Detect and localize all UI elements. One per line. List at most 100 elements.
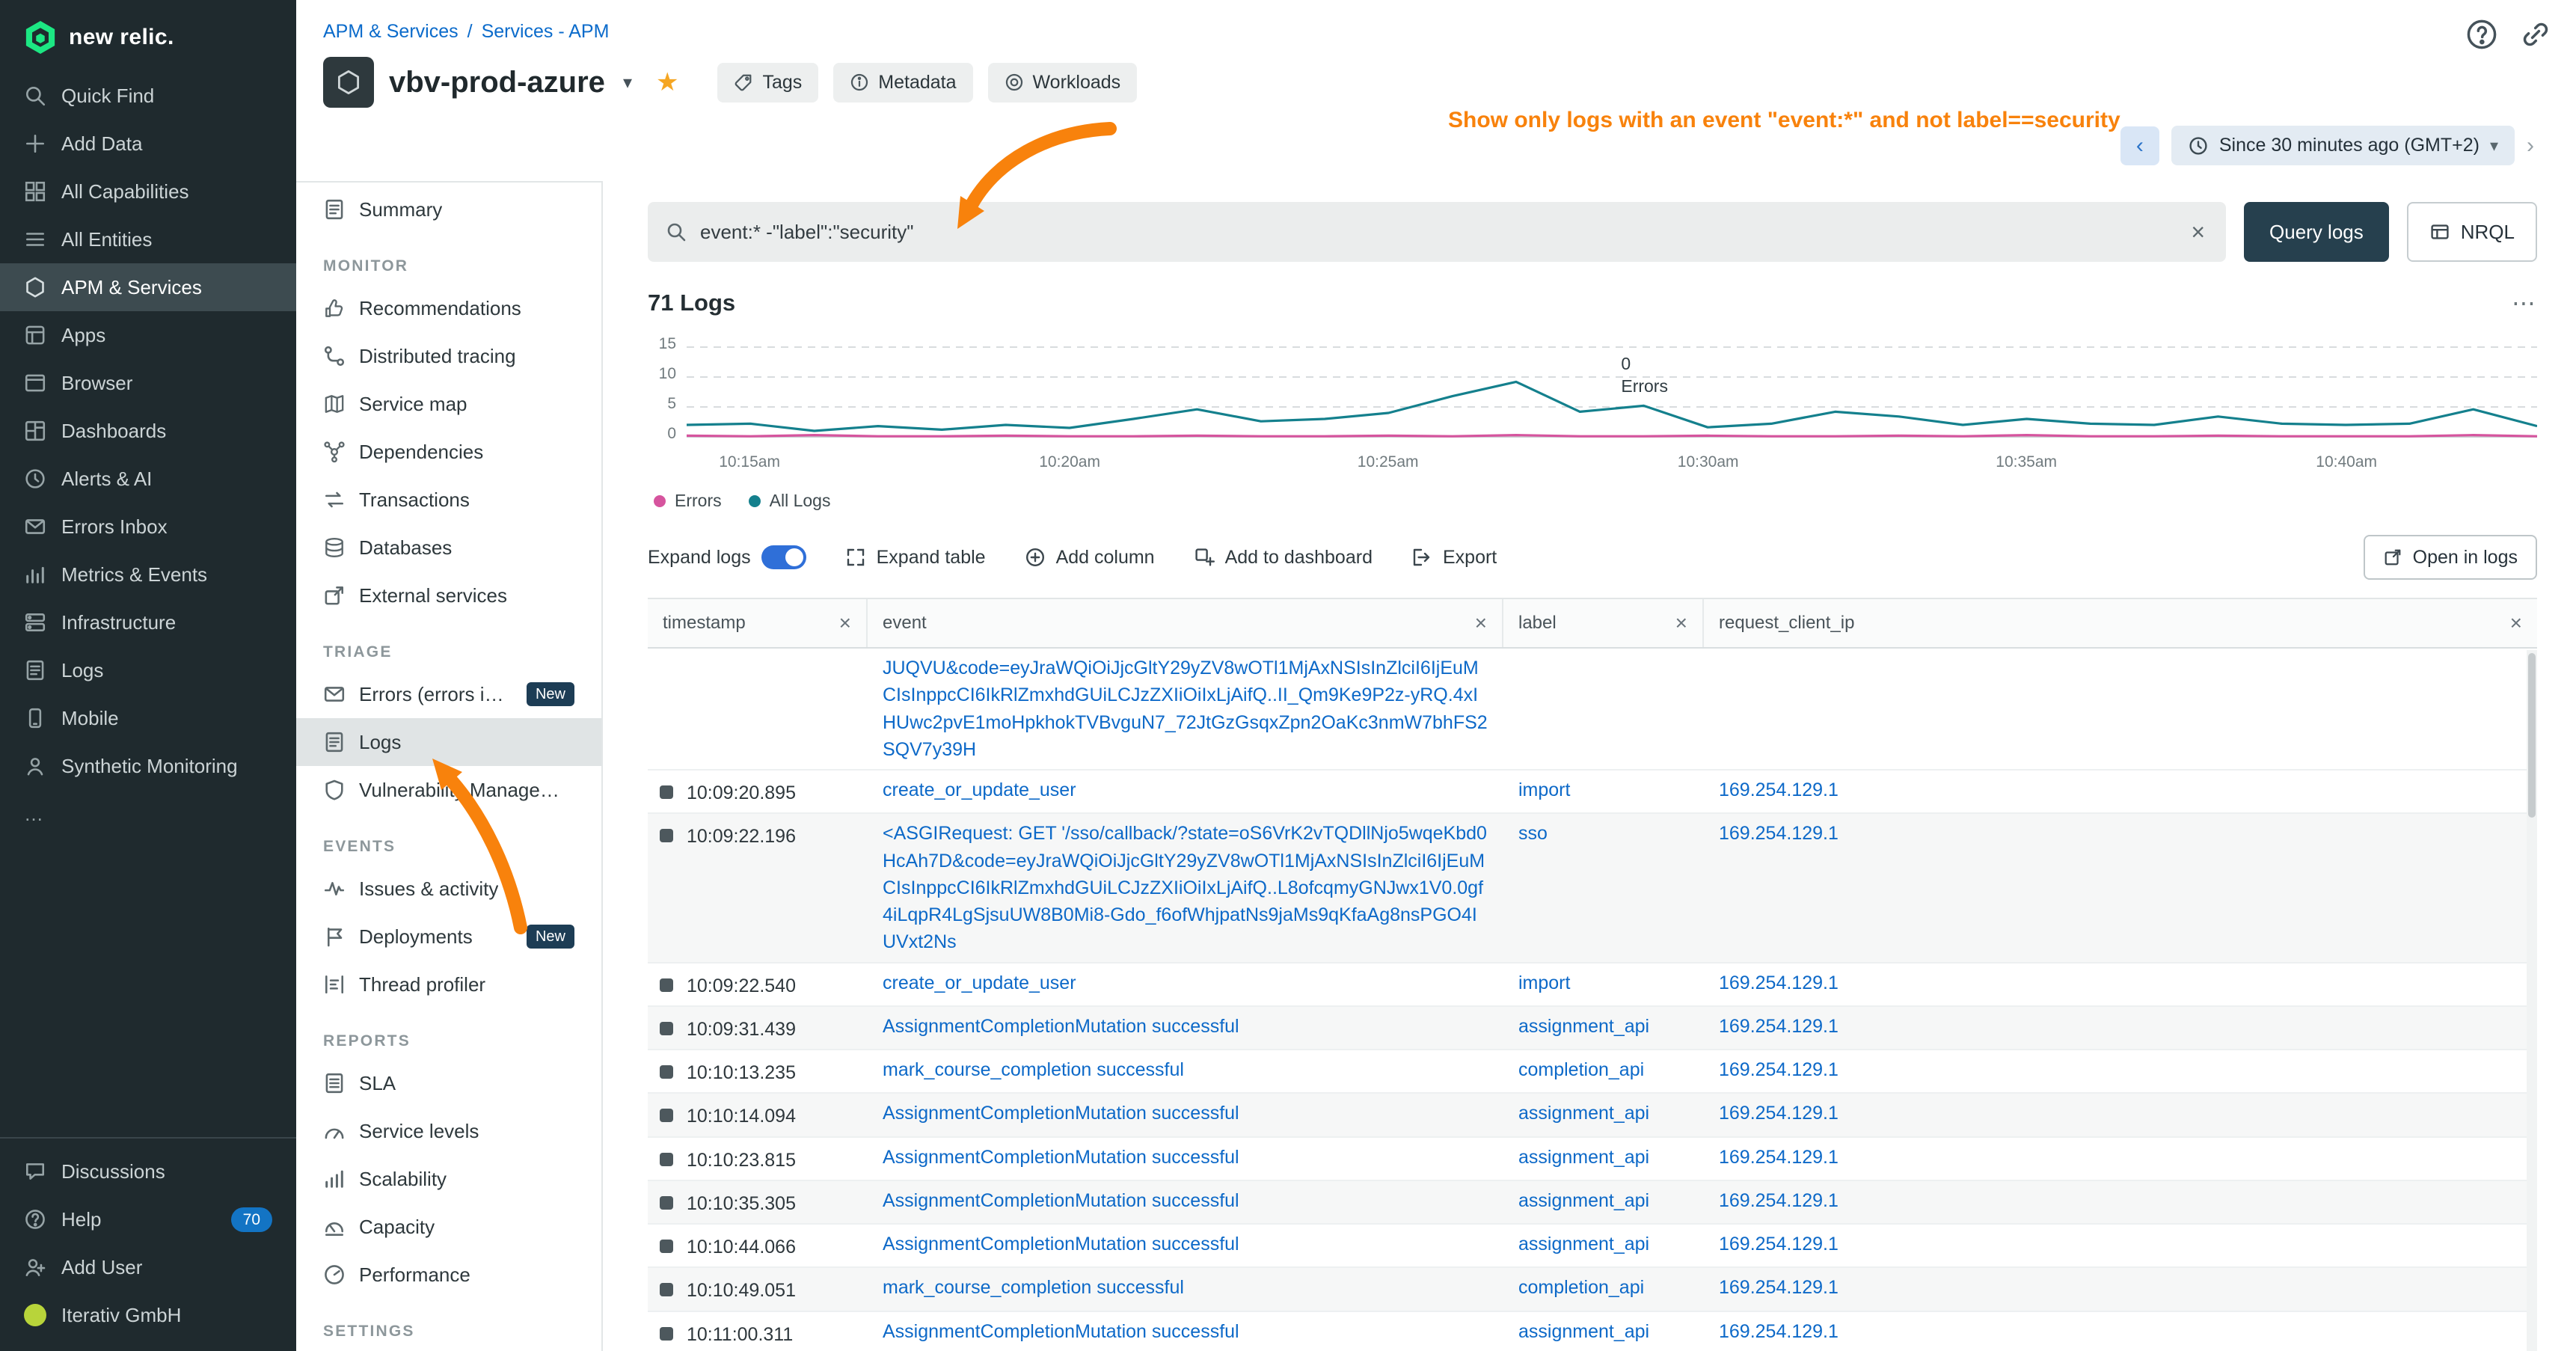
nrql-button[interactable]: NRQL bbox=[2407, 202, 2537, 262]
service-nav-thread-profiler[interactable]: Thread profiler bbox=[296, 961, 601, 1008]
global-nav-apps[interactable]: Apps bbox=[0, 311, 296, 359]
log-event-link[interactable]: AssignmentCompletionMutation successful bbox=[883, 1013, 1239, 1040]
service-nav-errors-inbox[interactable]: Errors (errors inb... New bbox=[296, 670, 601, 718]
remove-column-icon[interactable]: × bbox=[1463, 611, 1487, 635]
table-row[interactable]: 10:10:13.235 mark_course_completion succ… bbox=[648, 1050, 2537, 1094]
breadcrumb-apm-services[interactable]: APM & Services bbox=[323, 21, 459, 43]
row-handle-icon[interactable] bbox=[660, 1065, 673, 1079]
global-nav-infrastructure[interactable]: Infrastructure bbox=[0, 598, 296, 646]
row-handle-icon[interactable] bbox=[660, 1240, 673, 1253]
global-nav-all-capabilities[interactable]: All Capabilities bbox=[0, 168, 296, 215]
log-ip-link[interactable]: 169.254.129.1 bbox=[1719, 1100, 1839, 1127]
log-ip-link[interactable]: 169.254.129.1 bbox=[1719, 1231, 1839, 1257]
global-nav-alerts-ai[interactable]: Alerts & AI bbox=[0, 455, 296, 503]
time-back-button[interactable]: ‹ bbox=[2120, 126, 2159, 165]
table-row[interactable]: 10:10:23.815 AssignmentCompletionMutatio… bbox=[648, 1138, 2537, 1181]
time-picker[interactable]: Since 30 minutes ago (GMT+2) ▾ bbox=[2171, 126, 2515, 165]
row-handle-icon[interactable] bbox=[660, 1109, 673, 1122]
log-ip-link[interactable]: 169.254.129.1 bbox=[1719, 1144, 1839, 1171]
export-button[interactable]: Export bbox=[1411, 547, 1497, 569]
log-event-link[interactable]: AssignmentCompletionMutation successful bbox=[883, 1318, 1239, 1345]
log-label-link[interactable]: sso bbox=[1518, 820, 1548, 847]
remove-column-icon[interactable]: × bbox=[827, 611, 851, 635]
global-nav-add-data[interactable]: Add Data bbox=[0, 120, 296, 168]
global-nav-all-entities[interactable]: All Entities bbox=[0, 215, 296, 263]
column-header-timestamp[interactable]: timestamp × bbox=[648, 599, 868, 647]
row-handle-icon[interactable] bbox=[660, 1196, 673, 1210]
service-nav-distributed-tracing[interactable]: Distributed tracing bbox=[296, 332, 601, 380]
log-event-link[interactable]: create_or_update_user bbox=[883, 776, 1076, 803]
global-nav-errors-inbox[interactable]: Errors Inbox bbox=[0, 503, 296, 551]
table-row[interactable]: 10:09:22.540 create_or_update_user impor… bbox=[648, 964, 2537, 1007]
service-nav-logs[interactable]: Logs bbox=[296, 718, 601, 766]
time-forward-button[interactable]: › bbox=[2527, 133, 2534, 159]
log-event-link[interactable]: AssignmentCompletionMutation successful bbox=[883, 1144, 1239, 1171]
service-nav-external-services[interactable]: External services bbox=[296, 572, 601, 619]
global-nav-metrics-events[interactable]: Metrics & Events bbox=[0, 551, 296, 598]
log-ip-link[interactable]: 169.254.129.1 bbox=[1719, 1187, 1839, 1214]
footer-help[interactable]: Help 70 bbox=[0, 1195, 296, 1243]
log-ip-link[interactable]: 169.254.129.1 bbox=[1719, 1274, 1839, 1301]
log-ip-link[interactable]: 169.254.129.1 bbox=[1719, 969, 1839, 996]
tags-button[interactable]: Tags bbox=[717, 63, 818, 102]
table-row[interactable]: 10:11:00.311 AssignmentCompletionMutatio… bbox=[648, 1312, 2537, 1351]
log-label-link[interactable]: assignment_api bbox=[1518, 1318, 1649, 1345]
footer-account[interactable]: Iterativ GmbH bbox=[0, 1291, 296, 1339]
workloads-button[interactable]: Workloads bbox=[988, 63, 1138, 102]
row-handle-icon[interactable] bbox=[660, 829, 673, 842]
table-row[interactable]: JUQVU&code=eyJraWQiOiJjcGltY29yZV8wOTl1M… bbox=[648, 649, 2537, 771]
remove-column-icon[interactable]: × bbox=[2498, 611, 2522, 635]
remove-column-icon[interactable]: × bbox=[1663, 611, 1687, 635]
row-handle-icon[interactable] bbox=[660, 785, 673, 799]
expand-logs-toggle[interactable] bbox=[761, 545, 806, 569]
service-nav-scalability[interactable]: Scalability bbox=[296, 1155, 601, 1203]
column-header-event[interactable]: event × bbox=[868, 599, 1503, 647]
log-label-link[interactable]: assignment_api bbox=[1518, 1187, 1649, 1214]
help-icon[interactable] bbox=[2465, 18, 2498, 51]
table-scrollbar-thumb[interactable] bbox=[2528, 653, 2536, 818]
entity-chevron-down-icon[interactable]: ▾ bbox=[623, 72, 632, 94]
service-nav-databases[interactable]: Databases bbox=[296, 524, 601, 572]
open-in-logs-button[interactable]: Open in logs bbox=[2364, 535, 2537, 580]
global-nav-browser[interactable]: Browser bbox=[0, 359, 296, 407]
log-query-input[interactable] bbox=[700, 221, 2174, 244]
log-ip-link[interactable]: 169.254.129.1 bbox=[1719, 1013, 1839, 1040]
service-nav-deployments[interactable]: Deployments New bbox=[296, 913, 601, 961]
log-label-link[interactable]: assignment_api bbox=[1518, 1013, 1649, 1040]
table-row[interactable]: 10:09:20.895 create_or_update_user impor… bbox=[648, 771, 2537, 814]
service-nav-summary[interactable]: Summary bbox=[296, 186, 601, 233]
service-nav-recommendations[interactable]: Recommendations bbox=[296, 284, 601, 332]
legend-errors[interactable]: Errors bbox=[654, 491, 722, 511]
log-label-link[interactable]: assignment_api bbox=[1518, 1144, 1649, 1171]
service-nav-sla[interactable]: SLA bbox=[296, 1059, 601, 1107]
add-column-button[interactable]: Add column bbox=[1025, 547, 1155, 569]
new-relic-logo[interactable]: new relic. bbox=[0, 0, 296, 72]
log-event-link[interactable]: create_or_update_user bbox=[883, 969, 1076, 996]
row-handle-icon[interactable] bbox=[660, 1153, 673, 1166]
footer-add-user[interactable]: Add User bbox=[0, 1243, 296, 1291]
breadcrumb-services-apm[interactable]: Services - APM bbox=[482, 21, 610, 43]
log-ip-link[interactable]: 169.254.129.1 bbox=[1719, 1056, 1839, 1083]
log-event-link[interactable]: AssignmentCompletionMutation successful bbox=[883, 1100, 1239, 1127]
global-nav-more[interactable]: … bbox=[0, 790, 296, 838]
service-nav-vulnerability-management[interactable]: Vulnerability Management bbox=[296, 766, 601, 814]
log-label-link[interactable]: import bbox=[1518, 969, 1570, 996]
row-handle-icon[interactable] bbox=[660, 1022, 673, 1035]
service-nav-dependencies[interactable]: Dependencies bbox=[296, 428, 601, 476]
column-header-request-client-ip[interactable]: request_client_ip × bbox=[1704, 599, 2537, 647]
copy-link-icon[interactable] bbox=[2519, 18, 2552, 51]
log-label-link[interactable]: assignment_api bbox=[1518, 1231, 1649, 1257]
row-handle-icon[interactable] bbox=[660, 1327, 673, 1341]
global-nav-logs[interactable]: Logs bbox=[0, 646, 296, 694]
log-ip-link[interactable]: 169.254.129.1 bbox=[1719, 1318, 1839, 1345]
log-event-link[interactable]: mark_course_completion successful bbox=[883, 1274, 1184, 1301]
column-header-label[interactable]: label × bbox=[1503, 599, 1704, 647]
log-ip-link[interactable]: 169.254.129.1 bbox=[1719, 820, 1839, 847]
favorite-star-icon[interactable]: ★ bbox=[656, 67, 678, 97]
chart-plot-area[interactable]: 0 Errors bbox=[687, 332, 2537, 449]
service-nav-service-levels[interactable]: Service levels bbox=[296, 1107, 601, 1155]
service-nav-service-map[interactable]: Service map bbox=[296, 380, 601, 428]
log-label-link[interactable]: completion_api bbox=[1518, 1274, 1644, 1301]
add-to-dashboard-button[interactable]: Add to dashboard bbox=[1194, 547, 1373, 569]
metadata-button[interactable]: Metadata bbox=[833, 63, 972, 102]
